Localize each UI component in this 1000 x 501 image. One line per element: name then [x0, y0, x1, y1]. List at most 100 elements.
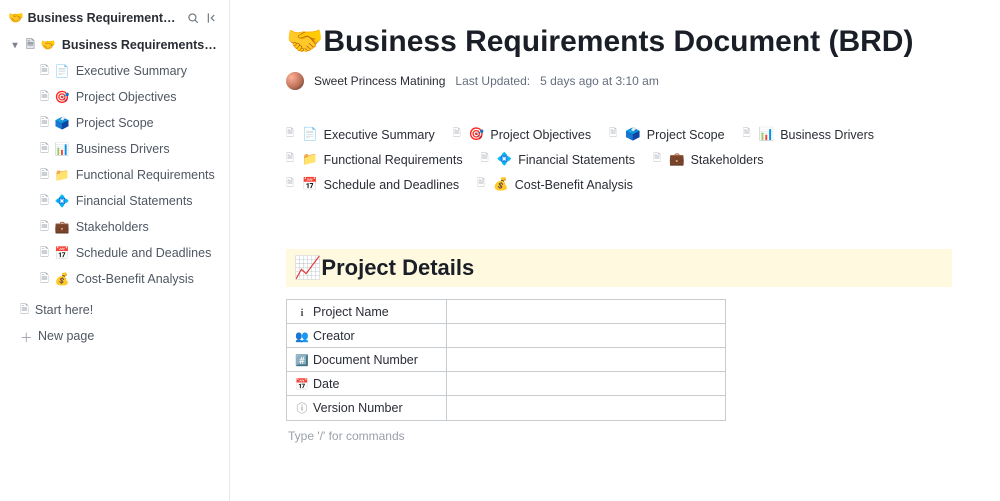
row-icon: #️⃣	[295, 354, 309, 367]
sidebar-item-label: Executive Summary	[76, 64, 219, 78]
table-row-value[interactable]	[447, 372, 726, 396]
sidebar-item[interactable]: 🗎 📁 Functional Requirements	[2, 162, 227, 188]
doc-icon: 🗎	[286, 126, 294, 143]
command-hint[interactable]: Type '/' for commands	[286, 421, 952, 451]
sidebar-item[interactable]: 🗎💠Financial Statements	[2, 188, 227, 214]
row-icon: ⓘ	[295, 400, 309, 416]
handshake-icon: 🤝	[8, 11, 24, 26]
doc-icon: 🗎	[40, 244, 49, 263]
table-row: 👥Creator	[287, 324, 726, 348]
sidebar-item-emoji: 📊	[55, 142, 70, 156]
sidebar-new-page[interactable]: ＋ New page	[2, 323, 227, 349]
table-row-value[interactable]	[447, 348, 726, 372]
subpage-link[interactable]: 🗎📄Executive Summary	[286, 126, 435, 143]
start-here-label: Start here!	[35, 303, 219, 317]
chip-emoji: 🎯	[469, 127, 485, 142]
author-avatar[interactable]	[286, 72, 304, 90]
table-row-value[interactable]	[447, 396, 726, 421]
sidebar-item-label: Financial Statements	[76, 194, 219, 208]
doc-icon: 🗎	[40, 114, 49, 133]
chip-label: Cost-Benefit Analysis	[515, 178, 633, 192]
row-icon: i	[295, 307, 309, 319]
doc-icon: 🗎	[743, 126, 751, 143]
table-row-value[interactable]	[447, 324, 726, 348]
subpage-link[interactable]: 🗎💠Financial Statements	[481, 151, 635, 168]
plus-icon: ＋	[20, 327, 32, 346]
title-text: Business Requirements Document (BRD)	[323, 25, 913, 58]
chip-emoji: 📁	[302, 152, 318, 167]
subpage-link[interactable]: 🗎 📅 Schedule and Deadlines	[286, 176, 459, 193]
sidebar-item[interactable]: 🗎📅Schedule and Deadlines	[2, 240, 227, 266]
collapse-sidebar-icon[interactable]	[205, 10, 221, 26]
sidebar-item-emoji: 💰	[55, 272, 70, 286]
sidebar-item[interactable]: 🗎🗳️Project Scope	[2, 110, 227, 136]
sidebar-item-emoji: 📅	[55, 246, 70, 260]
table-row-label: 👥Creator	[287, 324, 447, 348]
table-row: 📅Date	[287, 372, 726, 396]
sidebar-item[interactable]: 🗎🎯Project Objectives	[2, 84, 227, 110]
doc-icon: 🗎	[40, 166, 49, 185]
new-page-label: New page	[38, 329, 219, 343]
caret-down-icon[interactable]: ▾	[10, 40, 20, 51]
sidebar-tree: ▾ 🗎 🤝 Business Requirements Document … 🗎…	[0, 32, 229, 349]
subpage-link[interactable]: 🗎🗳️Project Scope	[609, 126, 724, 143]
sidebar-item[interactable]: 🗎📊Business Drivers	[2, 136, 227, 162]
sidebar-item[interactable]: 🗎📄Executive Summary	[2, 58, 227, 84]
sidebar-start-here[interactable]: 🗎 Start here!	[2, 297, 227, 323]
title-emoji: 🤝	[286, 25, 323, 58]
table-row-label: iProject Name	[287, 300, 447, 324]
chip-label: Business Drivers	[780, 128, 874, 142]
author-name[interactable]: Sweet Princess Matining	[314, 74, 445, 88]
sidebar-item[interactable]: 🗎💰Cost-Benefit Analysis	[2, 266, 227, 292]
doc-icon: 🗎	[286, 176, 294, 193]
meta-time: 5 days ago at 3:10 am	[540, 74, 659, 88]
sidebar-header: 🤝 Business Requirements Docum…	[0, 6, 229, 32]
doc-meta: Sweet Princess Matining Last Updated: 5 …	[286, 72, 952, 90]
subpage-link[interactable]: 🗎💼Stakeholders	[653, 151, 764, 168]
sidebar-item-label: Business Drivers	[76, 142, 219, 156]
doc-icon: 🗎	[453, 126, 461, 143]
sidebar-item-label: Project Objectives	[76, 90, 219, 104]
sidebar-root-item[interactable]: ▾ 🗎 🤝 Business Requirements Document …	[2, 32, 227, 58]
sidebar: 🤝 Business Requirements Docum… ▾ 🗎 🤝 Bus…	[0, 0, 230, 501]
page-title: 🤝Business Requirements Document (BRD)	[286, 24, 952, 60]
chip-label: Schedule and Deadlines	[324, 178, 460, 192]
doc-icon: 🗎	[40, 192, 49, 211]
table-row: iProject Name	[287, 300, 726, 324]
chip-emoji: 💠	[497, 152, 513, 167]
chip-emoji: 📄	[302, 127, 318, 142]
subpage-link[interactable]: 🗎 📁 Functional Requirements	[286, 151, 463, 168]
chip-label: Project Objectives	[490, 128, 591, 142]
table-row-label: #️⃣Document Number	[287, 348, 447, 372]
sidebar-item[interactable]: 🗎 💼 Stakeholders	[2, 214, 227, 240]
doc-icon: 🗎	[609, 126, 617, 143]
doc-icon: 🗎	[20, 301, 29, 320]
doc-icon: 🗎	[26, 36, 35, 55]
subpage-link[interactable]: 🗎 🎯 Project Objectives	[453, 126, 591, 143]
row-icon: 📅	[295, 378, 309, 391]
subpage-link[interactable]: 🗎📊Business Drivers	[743, 126, 874, 143]
chip-emoji: 💰	[493, 177, 509, 192]
sidebar-item-emoji: 🗳️	[55, 116, 70, 130]
sidebar-item-emoji: 📄	[55, 64, 70, 78]
doc-icon: 🗎	[653, 151, 661, 168]
doc-icon: 🗎	[286, 151, 294, 168]
sidebar-header-title: Business Requirements Docum…	[28, 11, 181, 25]
subpage-links: 🗎📄Executive Summary🗎🎯Project Objectives🗎…	[286, 126, 952, 193]
chip-emoji: 💼	[669, 152, 685, 167]
doc-icon: 🗎	[481, 151, 489, 168]
table-row: ⓘVersion Number	[287, 396, 726, 421]
chip-label: Functional Requirements	[324, 153, 463, 167]
sidebar-item-label: Stakeholders	[76, 220, 219, 234]
chip-emoji: 📅	[302, 177, 318, 192]
doc-icon: 🗎	[40, 218, 49, 237]
sidebar-item-emoji: 📁	[55, 168, 70, 182]
search-icon[interactable]	[185, 10, 201, 26]
document-main: 🤝Business Requirements Document (BRD) Sw…	[230, 0, 1000, 501]
subpage-link[interactable]: 🗎💰Cost-Benefit Analysis	[477, 176, 633, 193]
sidebar-item-label: Functional Requirements	[76, 168, 219, 182]
table-row-value[interactable]	[447, 300, 726, 324]
project-details-table: iProject Name👥Creator#️⃣Document Number📅…	[286, 299, 726, 421]
sidebar-item-emoji: 💼	[55, 220, 70, 234]
row-icon: 👥	[295, 330, 309, 343]
